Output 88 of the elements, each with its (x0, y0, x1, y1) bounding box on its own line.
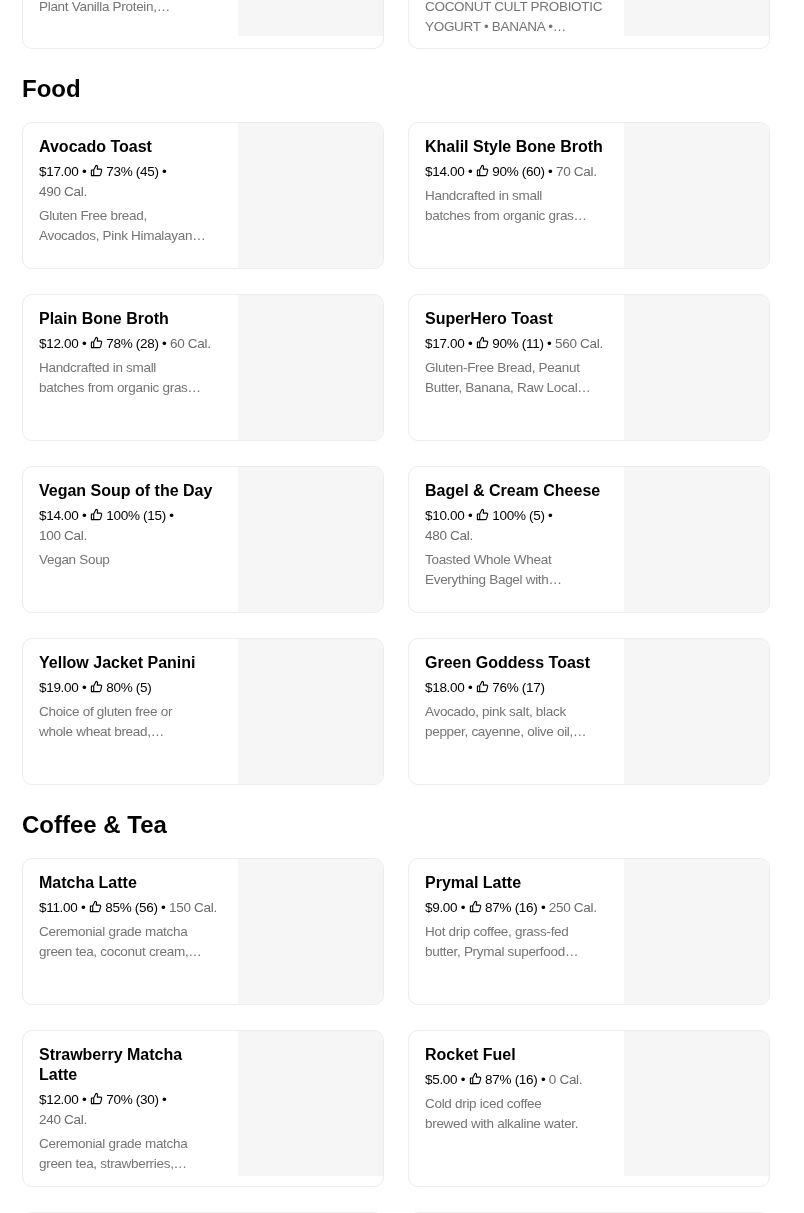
thumbs-up-icon (475, 508, 489, 521)
item-calories: 100 Cal. (39, 528, 87, 543)
item-rating: 100% (5) • (492, 508, 553, 523)
item-price: $11.00 • (39, 900, 86, 915)
item-name: Plain Bone Broth (39, 309, 170, 329)
item-name: Rocket Fuel (425, 1045, 517, 1065)
menu-item-card[interactable]: Prymal Latte $9.00 • 87% (16) • 250 Cal. Hot drip coffee, grass-fed butter, Prymal superfood… (408, 858, 770, 1005)
item-rating: 87% (16) • (485, 900, 546, 915)
item-rating: 70% (30) • (106, 1092, 167, 1107)
item-name: Avocado Toast (39, 137, 153, 157)
item-name: Bagel & Cream Cheese (425, 481, 602, 501)
item-rating: 80% (5) (106, 680, 152, 695)
item-calories: 0 Cal. (548, 1072, 583, 1087)
item-price: $9.00 • (425, 900, 466, 915)
item-description: Ceremonial grade matcha green tea, coconut cream,… (39, 923, 203, 961)
item-name: Khalil Style Bone Broth (425, 137, 604, 157)
thumbs-up-icon (88, 900, 102, 913)
item-name: Matcha Latte (39, 873, 138, 893)
menu-item-card[interactable]: Plain Bone Broth $12.00 • 78% (28) • 60 Cal. Handcrafted in small batches from organic gras… (22, 294, 384, 441)
item-rating: 100% (15) • (106, 508, 174, 523)
item-calories: 60 Cal. (170, 336, 211, 351)
item-name: Green Goddess Toast (425, 653, 592, 673)
item-name: Vegan Soup of the Day (39, 481, 214, 501)
item-price: $14.00 • (39, 508, 87, 523)
item-description: Ceremonial grade matcha green tea, strawberries,… (39, 1135, 189, 1173)
item-description: Hot drip coffee, grass-fed butter, Prymal superfood… (425, 923, 580, 961)
item-calories: 250 Cal. (548, 900, 597, 915)
thumbs-up-icon (89, 336, 103, 349)
item-name: Prymal Latte (425, 873, 523, 893)
section-heading: Coffee & Tea (22, 810, 168, 840)
item-price: $14.00 • (425, 164, 473, 179)
item-description: Gluten-Free Bread, Peanut Butter, Banana, Raw Local… (425, 359, 592, 397)
thumbs-up-icon (475, 164, 489, 177)
menu-item-card[interactable]: Yellow Jacket Panini $19.00 • 80% (5) Choice of gluten free or whole wheat bread,… (22, 638, 384, 785)
thumbs-up-icon (89, 164, 103, 177)
item-rating: 76% (17) (492, 680, 545, 695)
menu-item-card[interactable]: Strawberry Matcha Latte $12.00 • 70% (30) • 240 Cal. Ceremonial grade matcha green tea, strawberries,… (22, 1030, 384, 1187)
item-description: Avocado, pink salt, black pepper, cayenne, olive oil,… (425, 703, 588, 741)
item-description: Vegan Soup (39, 551, 111, 569)
item-description: Choice of gluten free or whole wheat bread,… (39, 703, 174, 741)
item-calories: 560 Cal. (555, 336, 603, 351)
thumbs-up-icon (89, 1092, 103, 1105)
thumbs-up-icon (468, 900, 482, 913)
item-name: Yellow Jacket Panini (39, 653, 197, 673)
menu-item-card[interactable]: Khalil Style Bone Broth $14.00 • 90% (60) • 70 Cal. Handcrafted in small batches from organic gras… (408, 122, 770, 269)
menu-item-card[interactable]: Matcha Latte $11.00 • 85% (56) • 150 Cal. Ceremonial grade matcha green tea, coconut cream,… (22, 858, 384, 1005)
item-description: Plant Vanilla Protein,… (39, 0, 171, 16)
item-calories: 150 Cal. (169, 900, 217, 915)
item-rating: 78% (28) • (106, 336, 167, 351)
item-description: Handcrafted in small batches from organic gras… (425, 187, 588, 225)
item-price: $5.00 • (425, 1072, 466, 1087)
item-rating: 90% (60) • (492, 164, 553, 179)
thumbs-up-icon (475, 680, 489, 693)
item-description: Cold drip iced coffee brewed with alkaline water. (425, 1095, 580, 1133)
item-rating: 87% (16) • (485, 1072, 546, 1087)
thumbs-up-icon (468, 1072, 482, 1085)
item-calories: 490 Cal. (39, 184, 87, 199)
item-rating: 90% (11) • (492, 336, 552, 351)
menu-item-card[interactable]: COCONUT CULT PROBIOTIC YOGURT • BANANA •… (408, 0, 770, 49)
item-price: $18.00 • (425, 680, 473, 695)
item-price: $17.00 • (425, 336, 473, 351)
menu-item-card[interactable]: Rocket Fuel $5.00 • 87% (16) • 0 Cal. Cold drip iced coffee brewed with alkaline water. (408, 1030, 770, 1187)
item-description: Toasted Whole Wheat Everything Bagel with… (425, 551, 563, 589)
menu-item-card[interactable]: Green Goddess Toast $18.00 • 76% (17) Avocado, pink salt, black pepper, cayenne, olive oil,… (408, 638, 770, 785)
menu-item-card[interactable]: Avocado Toast $17.00 • 73% (45) • 490 Cal. Gluten Free bread, Avocados, Pink Himalayan… (22, 122, 384, 269)
item-calories: 480 Cal. (425, 528, 473, 543)
item-rating: 73% (45) • (106, 164, 167, 179)
menu-item-card[interactable]: SuperHero Toast $17.00 • 90% (11) • 560 Cal. Gluten-Free Bread, Peanut Butter, Banana, Raw Local… (408, 294, 770, 441)
item-description: Handcrafted in small batches from organic gras… (39, 359, 202, 397)
item-description: COCONUT CULT PROBIOTIC YOGURT • BANANA •… (425, 0, 604, 36)
item-rating: 85% (56) • (105, 900, 166, 915)
item-description: Gluten Free bread, Avocados, Pink Himalayan… (39, 207, 207, 245)
item-calories: 240 Cal. (39, 1112, 87, 1127)
item-name: Strawberry Matcha Latte (39, 1045, 184, 1085)
thumbs-up-icon (89, 508, 103, 521)
section-heading: Food (22, 74, 82, 104)
item-price: $12.00 • (39, 1092, 87, 1107)
menu-item-card[interactable]: Vegan Soup of the Day $14.00 • 100% (15) • 100 Cal. Vegan Soup (22, 466, 384, 613)
item-price: $17.00 • (39, 164, 87, 179)
menu-item-card[interactable]: Bagel & Cream Cheese $10.00 • 100% (5) • 480 Cal. Toasted Whole Wheat Everything Bagel with… (408, 466, 770, 613)
menu-item-card[interactable]: Plant Vanilla Protein,… (22, 0, 384, 49)
item-price: $12.00 • (39, 336, 87, 351)
item-price: $10.00 • (425, 508, 473, 523)
thumbs-up-icon (475, 336, 489, 349)
item-calories: 70 Cal. (556, 164, 597, 179)
item-name: SuperHero Toast (425, 309, 554, 329)
thumbs-up-icon (89, 680, 103, 693)
item-price: $19.00 • (39, 680, 87, 695)
